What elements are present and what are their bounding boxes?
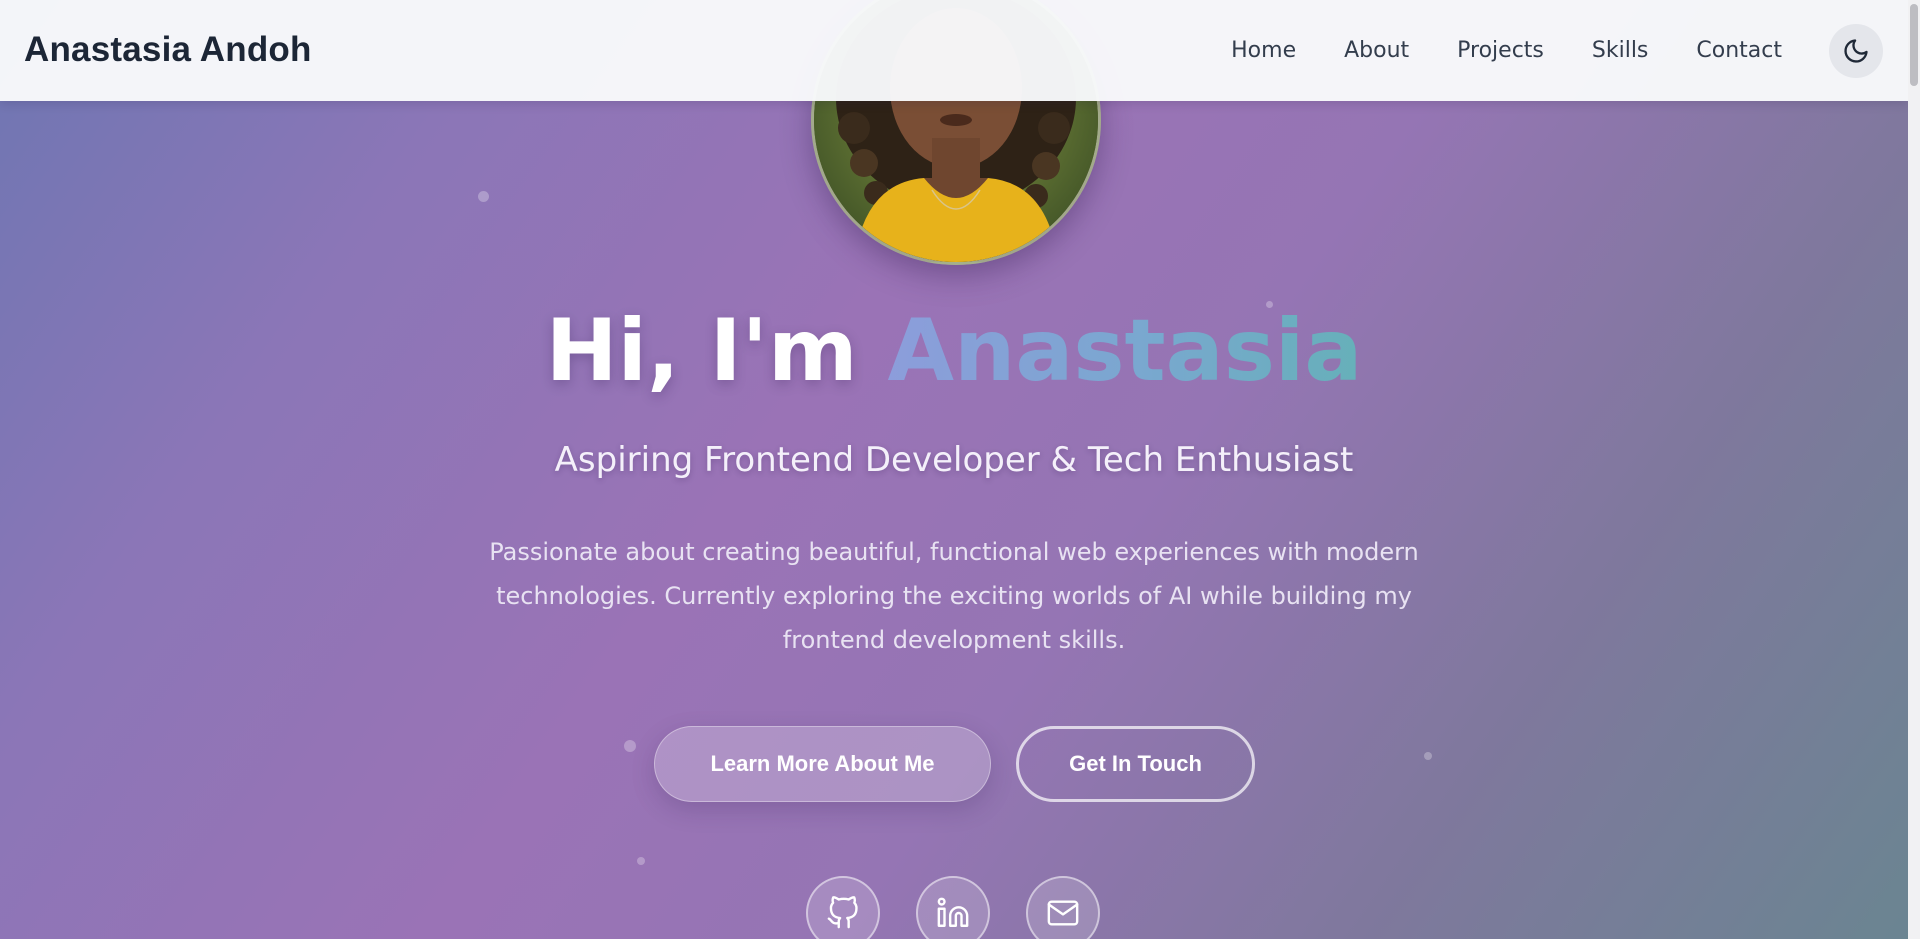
hero-subtitle: Aspiring Frontend Developer & Tech Enthu… [554, 440, 1354, 480]
decorative-dot [637, 857, 645, 865]
decorative-dot [478, 191, 489, 202]
learn-more-button[interactable]: Learn More About Me [654, 726, 991, 802]
github-icon [827, 896, 858, 929]
hero-description: Passionate about creating beautiful, fun… [489, 538, 1419, 654]
scrollbar[interactable] [1908, 0, 1920, 939]
linkedin-icon [937, 897, 969, 927]
linkedin-link[interactable] [916, 876, 990, 939]
scrollbar-thumb[interactable] [1910, 4, 1918, 86]
brand-name[interactable]: Anastasia Andoh [24, 30, 312, 70]
hero-greeting: Hi, I'm [545, 301, 858, 401]
hero-title: Hi, I'm Anastasia [0, 308, 1908, 394]
page: Hi, I'm Anastasia Aspiring Frontend Deve… [0, 0, 1920, 939]
email-link[interactable] [1026, 876, 1100, 939]
top-navbar: Anastasia Andoh Home About Projects Skil… [0, 0, 1908, 101]
nav-link-projects[interactable]: Projects [1457, 38, 1544, 63]
decorative-dot [1424, 752, 1432, 760]
theme-toggle-button[interactable] [1829, 24, 1883, 78]
github-link[interactable] [806, 876, 880, 939]
decorative-dot [624, 740, 636, 752]
nav-link-contact[interactable]: Contact [1696, 38, 1782, 63]
mail-icon [1047, 900, 1079, 926]
get-in-touch-button[interactable]: Get In Touch [1016, 726, 1255, 802]
hero-name: Anastasia [887, 301, 1363, 401]
nav-link-skills[interactable]: Skills [1592, 38, 1649, 63]
nav-link-about[interactable]: About [1344, 38, 1409, 63]
nav-link-home[interactable]: Home [1231, 38, 1296, 63]
nav-links: Home About Projects Skills Contact [1231, 38, 1782, 63]
moon-icon [1844, 39, 1868, 63]
